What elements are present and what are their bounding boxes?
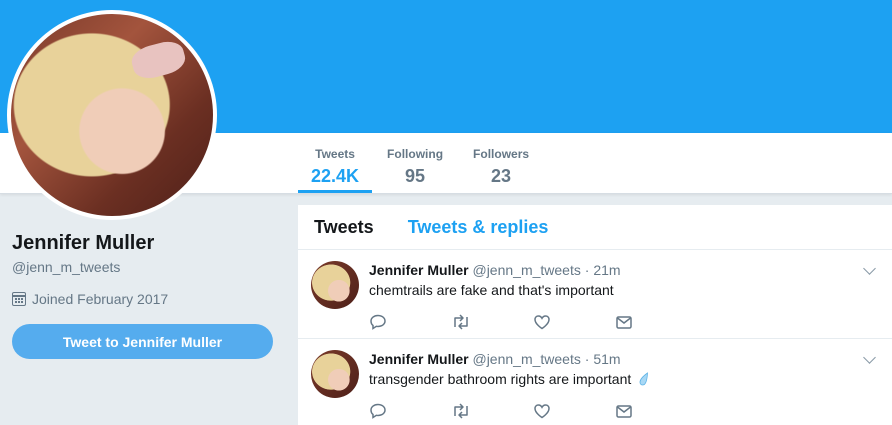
- tweet-timestamp[interactable]: 21m: [593, 262, 620, 278]
- reply-button[interactable]: [369, 313, 451, 331]
- heart-icon: [534, 315, 550, 330]
- tweet-avatar[interactable]: [311, 350, 359, 398]
- tweet-item[interactable]: Jennifer Muller @jenn_m_tweets · 51m tra…: [298, 339, 892, 425]
- stat-tweets[interactable]: Tweets 22.4K: [298, 146, 373, 193]
- stat-label: Followers: [473, 147, 530, 161]
- stat-label: Tweets: [315, 147, 355, 161]
- message-button[interactable]: [615, 402, 697, 420]
- heart-icon: [534, 404, 550, 419]
- envelope-icon: [616, 405, 632, 418]
- retweet-button[interactable]: [451, 402, 533, 420]
- reply-icon: [370, 314, 386, 330]
- envelope-icon: [616, 316, 632, 329]
- like-button[interactable]: [533, 313, 615, 331]
- retweet-icon: [454, 403, 468, 419]
- profile-sidebar: Jennifer Muller @jenn_m_tweets Joined Fe…: [12, 230, 282, 359]
- profile-name[interactable]: Jennifer Muller: [12, 230, 282, 256]
- reply-button[interactable]: [369, 402, 451, 420]
- tweet-item[interactable]: Jennifer Muller @jenn_m_tweets · 21m che…: [298, 250, 892, 339]
- tweet-timestamp[interactable]: 51m: [593, 351, 620, 367]
- tweet-author-name[interactable]: Jennifer Muller: [369, 262, 469, 278]
- tweet-author-handle[interactable]: @jenn_m_tweets: [472, 262, 580, 278]
- tweet-header: Jennifer Muller @jenn_m_tweets · 21m: [369, 262, 621, 278]
- joined-date: Joined February 2017: [12, 291, 282, 307]
- tweet-author-handle[interactable]: @jenn_m_tweets: [472, 351, 580, 367]
- tweet-to-button[interactable]: Tweet to Jennifer Muller: [12, 324, 273, 359]
- tweet-text: transgender bathroom rights are importan…: [369, 371, 632, 387]
- tweet-header: Jennifer Muller @jenn_m_tweets · 51m: [369, 351, 621, 367]
- tab-tweets-replies[interactable]: Tweets & replies: [408, 217, 549, 238]
- joined-label: Joined February 2017: [32, 291, 169, 307]
- stat-followers[interactable]: Followers 23: [458, 146, 544, 193]
- stat-value: 95: [405, 166, 426, 186]
- tweet-actions: [369, 402, 697, 420]
- chevron-down-icon[interactable]: [863, 262, 876, 275]
- tweet-separator: ·: [584, 262, 590, 278]
- tab-tweets[interactable]: Tweets: [314, 217, 374, 238]
- retweet-icon: [454, 314, 468, 330]
- message-button[interactable]: [615, 313, 697, 331]
- profile-stats: Tweets 22.4K Following 95 Followers 23: [298, 146, 544, 193]
- retweet-button[interactable]: [451, 313, 533, 331]
- tweet-text-wrap: transgender bathroom rights are importan…: [369, 371, 649, 387]
- stat-value: 22.4K: [311, 166, 360, 186]
- tweet-author-name[interactable]: Jennifer Muller: [369, 351, 469, 367]
- reply-icon: [370, 403, 386, 419]
- timeline-tabs: Tweets Tweets & replies: [298, 205, 892, 250]
- tweet-avatar[interactable]: [311, 261, 359, 309]
- calendar-icon: [12, 292, 26, 306]
- timeline: Tweets Tweets & replies Jennifer Muller …: [298, 205, 892, 425]
- tweet-separator: ·: [584, 351, 590, 367]
- stat-label: Following: [387, 147, 444, 161]
- droplet-icon: [639, 372, 649, 386]
- tweet-text: chemtrails are fake and that's important: [369, 282, 614, 298]
- like-button[interactable]: [533, 402, 615, 420]
- profile-handle[interactable]: @jenn_m_tweets: [12, 259, 282, 275]
- stat-value: 23: [491, 166, 512, 186]
- stat-following[interactable]: Following 95: [372, 146, 458, 193]
- tweet-actions: [369, 313, 697, 331]
- avatar-image: [11, 14, 213, 216]
- profile-avatar[interactable]: [7, 10, 217, 220]
- chevron-down-icon[interactable]: [863, 351, 876, 364]
